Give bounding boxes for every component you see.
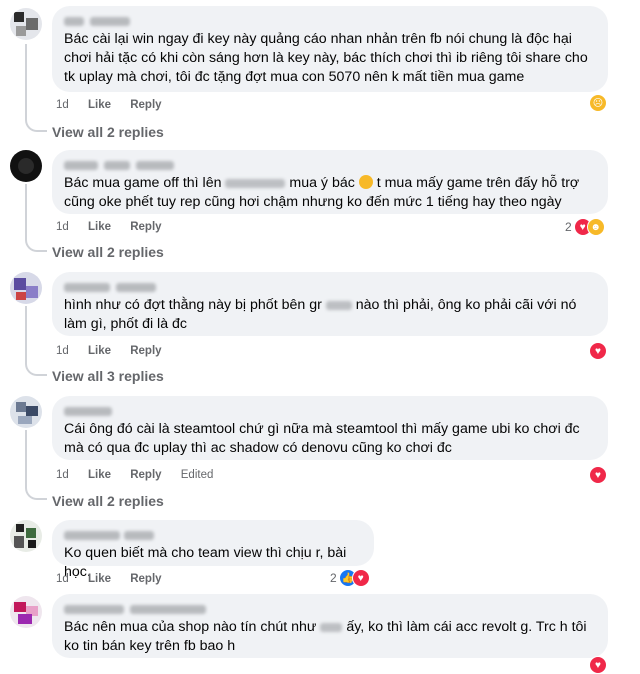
reaction-summary[interactable]: ♥	[589, 342, 607, 360]
reaction-summary[interactable]: 2 👍 ♥	[330, 569, 370, 587]
reaction-summary[interactable]: 2 ♥ ☻	[565, 218, 605, 236]
reply-button[interactable]: Reply	[130, 99, 161, 111]
author-name[interactable]	[64, 404, 596, 418]
comment-bubble: Ko quen biết mà cho team view thì chịu r…	[52, 520, 374, 580]
reaction-count: 2	[565, 220, 572, 234]
like-button[interactable]: Like	[88, 469, 111, 481]
comment-bubble: Bác cài lại win ngay đi key này quảng cá…	[52, 6, 608, 92]
author-name[interactable]	[64, 14, 596, 28]
avatar[interactable]	[10, 150, 42, 182]
comment-text: Cái ông đó cài là steamtool chứ gì nữa m…	[64, 421, 580, 456]
view-replies-link[interactable]: View all 2 replies	[52, 493, 164, 509]
reply-button[interactable]: Reply	[130, 221, 161, 233]
thread-connector	[25, 110, 47, 132]
reaction-summary[interactable]: ♥	[589, 656, 607, 674]
comment-bubble: Bác mua game off thì lên mua ý bác t mua…	[52, 150, 608, 214]
comment-bubble: Bác nên mua của shop nào tín chút như ấy…	[52, 594, 608, 658]
comment-actions: 1d Like Reply	[56, 343, 178, 359]
redacted-text	[225, 178, 286, 188]
heart-icon: ♥	[589, 656, 607, 674]
sad-emoji-icon: ☹	[589, 94, 607, 112]
view-replies-link[interactable]: View all 3 replies	[52, 368, 164, 384]
author-name[interactable]	[64, 528, 362, 542]
comment-thread: Bác cài lại win ngay đi key này quảng cá…	[0, 0, 640, 674]
like-button[interactable]: Like	[88, 573, 111, 585]
haha-emoji-icon: ☻	[586, 218, 605, 236]
avatar[interactable]	[10, 520, 42, 552]
comment-text: Bác mua game off thì lên mua ý bác t mua…	[64, 175, 580, 210]
comment-bubble: hình như có đợt thằng này bị phốt bên gr…	[52, 272, 608, 336]
timestamp[interactable]: 1d	[56, 573, 69, 585]
reaction-count: 2	[330, 571, 337, 585]
thread-connector	[25, 354, 47, 376]
timestamp[interactable]: 1d	[56, 99, 69, 111]
author-name[interactable]	[64, 280, 596, 294]
comment-actions: 1d Like Reply	[56, 571, 178, 587]
like-button[interactable]: Like	[88, 99, 111, 111]
view-replies-link[interactable]: View all 2 replies	[52, 124, 164, 140]
timestamp[interactable]: 1d	[56, 469, 69, 481]
comment-text: Bác cài lại win ngay đi key này quảng cá…	[64, 31, 588, 85]
comment-bubble: Cái ông đó cài là steamtool chứ gì nữa m…	[52, 396, 608, 460]
author-name[interactable]	[64, 602, 596, 616]
author-name[interactable]	[64, 158, 596, 172]
comment-text: hình như có đợt thằng này bị phốt bên gr…	[64, 297, 577, 332]
redacted-text	[320, 622, 343, 632]
reaction-summary[interactable]: ♥	[589, 466, 607, 484]
reply-button[interactable]: Reply	[130, 345, 161, 357]
comment-text: Bác nên mua của shop nào tín chút như ấy…	[64, 619, 587, 654]
thread-line	[25, 44, 27, 120]
avatar[interactable]	[10, 272, 42, 304]
like-button[interactable]: Like	[88, 345, 111, 357]
avatar[interactable]	[10, 396, 42, 428]
comment-actions: 1d Like Reply Edited	[56, 467, 229, 483]
like-button[interactable]: Like	[88, 221, 111, 233]
edited-label: Edited	[180, 469, 214, 481]
timestamp[interactable]: 1d	[56, 221, 69, 233]
redacted-text	[325, 300, 352, 310]
heart-icon: ♥	[589, 342, 607, 360]
reaction-summary[interactable]: ☹	[589, 94, 607, 112]
comment-actions: 1d Like Reply	[56, 97, 178, 113]
timestamp[interactable]: 1d	[56, 345, 69, 357]
view-replies-link[interactable]: View all 2 replies	[52, 244, 164, 260]
reply-button[interactable]: Reply	[130, 469, 161, 481]
laughing-emoji-icon	[358, 175, 373, 189]
heart-icon: ♥	[589, 466, 607, 484]
avatar[interactable]	[10, 596, 42, 628]
thread-connector	[25, 230, 47, 252]
avatar[interactable]	[10, 8, 42, 40]
heart-icon: ♥	[351, 569, 370, 587]
reply-button[interactable]: Reply	[130, 573, 161, 585]
thread-connector	[25, 478, 47, 500]
comment-actions: 1d Like Reply	[56, 219, 178, 235]
